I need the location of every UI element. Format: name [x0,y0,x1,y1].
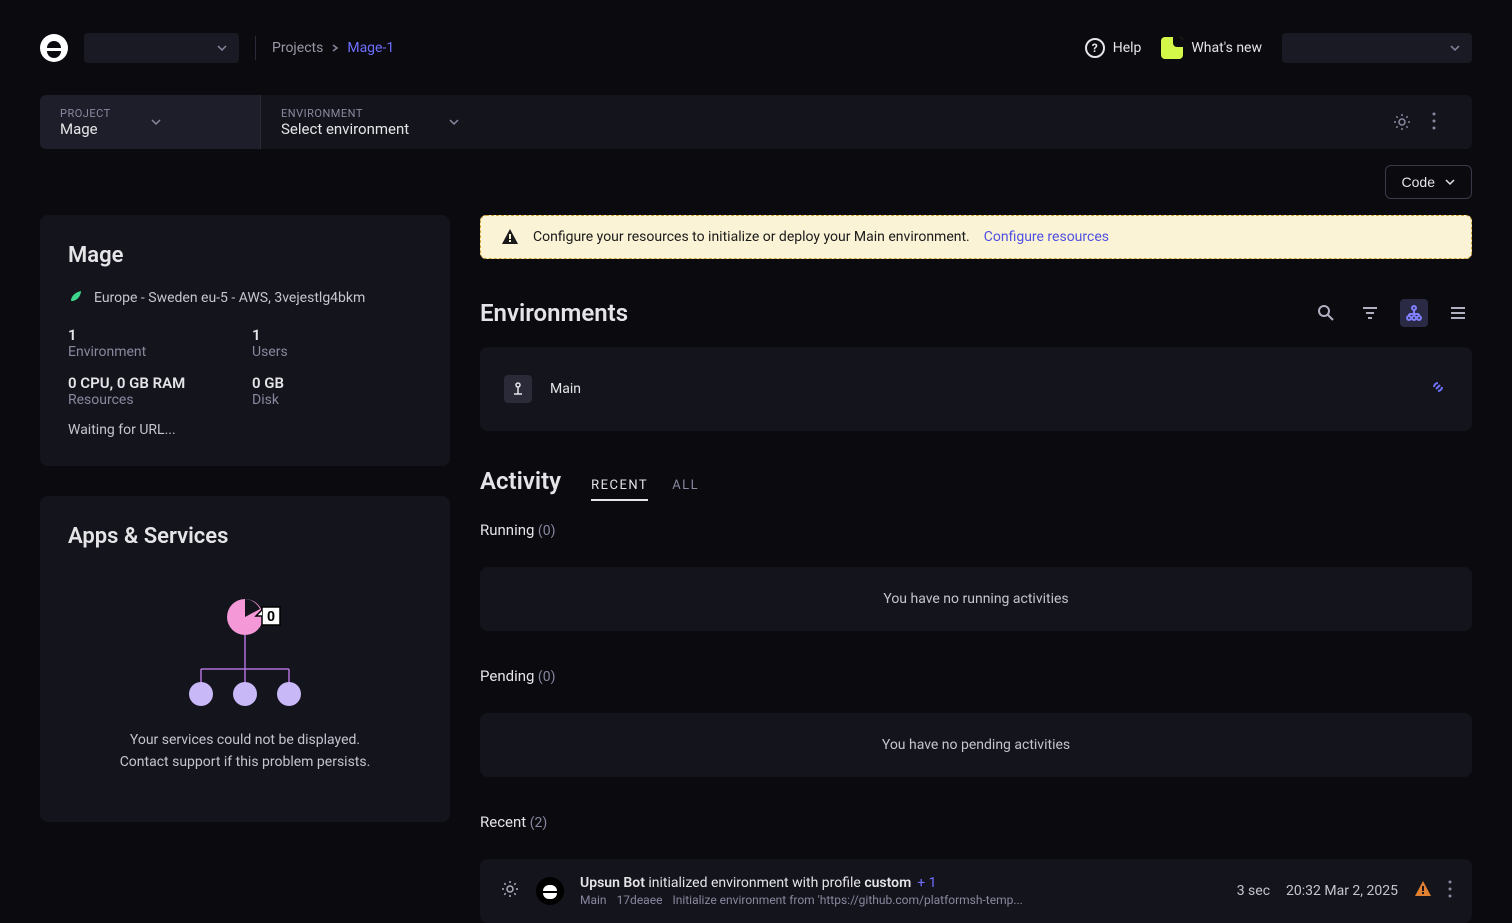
activity-detail: Initialize environment from 'https://git… [672,893,1022,907]
svg-text:0: 0 [267,609,275,625]
pending-empty: You have no pending activities [480,713,1472,777]
error-line2: Contact support if this problem persists… [120,751,371,773]
profile-selector[interactable] [1282,33,1472,63]
chevron-down-icon [217,43,227,53]
resources-value: 0 CPU, 0 GB RAM [68,374,238,392]
chevron-right-icon [331,44,339,52]
activity-menu-button[interactable] [1448,880,1452,902]
project-info-card: Mage Europe - Sweden eu-5 - AWS, 3vejest… [40,215,450,466]
warning-icon [1414,880,1432,902]
search-button[interactable] [1312,299,1340,327]
chevron-down-icon [151,117,161,127]
chevron-down-icon [1450,43,1460,53]
top-header: Projects Mage-1 ? Help What's new [0,0,1512,95]
resources-banner: Configure your resources to initialize o… [480,215,1472,259]
breadcrumb-root[interactable]: Projects [272,40,323,56]
code-button[interactable]: Code [1385,165,1472,199]
services-diagram-icon: 0 [180,589,310,709]
url-status: Waiting for URL... [68,422,422,438]
leaf-icon [68,288,84,308]
chevron-down-icon [1445,177,1455,187]
users-count: 1 [252,326,422,344]
project-subheader: PROJECT Mage ENVIRONMENT Select environm… [40,95,1472,149]
breadcrumb: Projects Mage-1 [272,40,394,56]
pending-count: (0) [538,669,556,685]
help-link[interactable]: ? Help [1085,38,1142,58]
breadcrumb-current[interactable]: Mage-1 [347,40,394,56]
bot-avatar-icon [536,877,564,905]
env-count: 1 [68,326,238,344]
settings-button[interactable] [1392,112,1412,132]
recent-label: Recent [480,813,526,831]
tab-all[interactable]: ALL [672,478,699,501]
project-title: Mage [68,243,422,268]
resources-label: Resources [68,392,238,408]
disk-label: Disk [252,392,422,408]
activity-title: Activity [480,467,561,495]
environment-name: Main [550,381,581,397]
warning-icon [501,228,519,246]
activity-hash: 17deaee [617,893,663,907]
pending-label: Pending [480,667,534,685]
environment-label: ENVIRONMENT [281,107,409,120]
filter-button[interactable] [1356,299,1384,327]
tab-recent[interactable]: RECENT [591,478,648,501]
region-text: Europe - Sweden eu-5 - AWS, 3vejestlg4bk… [94,290,365,306]
recent-count: (2) [530,815,548,831]
disk-value: 0 GB [252,374,422,392]
running-label: Running [480,521,534,539]
list-view-button[interactable] [1444,299,1472,327]
help-icon: ? [1085,38,1105,58]
environment-item-main[interactable]: Main [480,347,1472,431]
project-value: Mage [60,120,111,138]
running-count: (0) [538,523,556,539]
divider [255,36,256,60]
apps-services-card: Apps & Services 0 [40,496,450,822]
activity-duration: 3 sec [1237,883,1270,899]
whatsnew-link[interactable]: What's new [1161,37,1262,59]
running-empty: You have no running activities [480,567,1472,631]
activity-branch: Main [580,893,607,907]
whatsnew-icon [1161,37,1183,59]
configure-resources-link[interactable]: Configure resources [984,229,1109,245]
banner-text: Configure your resources to initialize o… [533,229,970,245]
activity-row[interactable]: Upsun Bot initialized environment with p… [480,859,1472,923]
environment-selector[interactable]: ENVIRONMENT Select environment [260,95,479,149]
env-count-label: Environment [68,344,238,360]
chevron-down-icon [449,117,459,127]
users-count-label: Users [252,344,422,360]
error-line1: Your services could not be displayed. [120,729,371,751]
org-selector[interactable] [84,33,239,63]
project-label: PROJECT [60,107,111,120]
more-menu-button[interactable] [1432,112,1452,132]
logo-icon [40,34,68,62]
tree-view-button[interactable] [1400,299,1428,327]
apps-services-title: Apps & Services [68,524,422,549]
environment-value: Select environment [281,120,409,138]
activity-description: Upsun Bot initialized environment with p… [580,875,1221,891]
branch-icon [504,375,532,403]
gear-icon [500,879,520,903]
link-icon[interactable] [1428,377,1448,401]
activity-timestamp: 20:32 Mar 2, 2025 [1286,883,1398,899]
project-selector[interactable]: PROJECT Mage [40,95,260,149]
environments-title: Environments [480,299,628,327]
